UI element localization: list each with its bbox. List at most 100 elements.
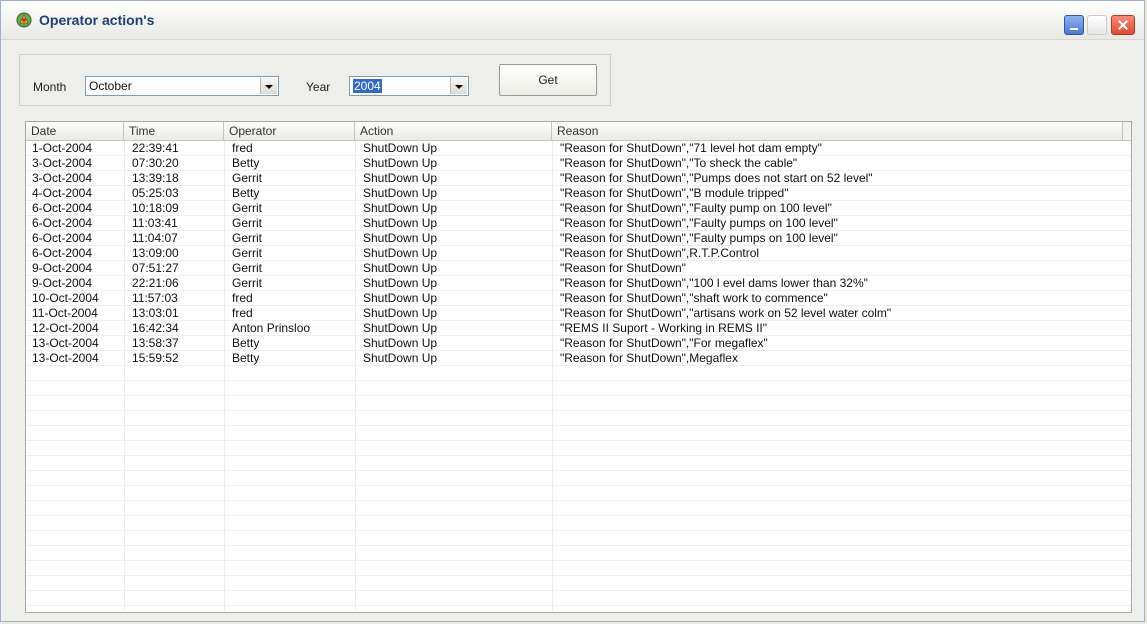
month-select[interactable]: October <box>85 76 279 96</box>
empty-row <box>26 366 1131 381</box>
cell-date: 9-Oct-2004 <box>32 276 93 290</box>
title-bar[interactable]: Operator action's <box>1 1 1144 40</box>
table-row[interactable]: 4-Oct-2004 05:25:03 Betty ShutDown Up "Reaso… <box>26 186 1131 201</box>
cell-action: ShutDown Up <box>363 276 438 290</box>
cell-action: ShutDown Up <box>363 336 438 350</box>
cell-reason: "Reason for ShutDown","100 l evel dams l… <box>560 276 868 290</box>
cell-date: 10-Oct-2004 <box>32 291 99 305</box>
cell-reason: "Reason for ShutDown","B module tripped" <box>560 186 789 200</box>
cell-reason: "REMS II Suport - Working in REMS II" <box>560 321 768 335</box>
cell-reason: "Reason for ShutDown",R.T.P.Control <box>560 246 760 260</box>
cell-time: 11:57:03 <box>132 291 178 305</box>
empty-row <box>26 576 1131 591</box>
table-row[interactable]: 12-Oct-2004 16:42:34 Anton Prinsloo ShutDow… <box>26 321 1131 336</box>
close-button[interactable] <box>1111 15 1135 35</box>
table-row[interactable]: 6-Oct-2004 10:18:09 Gerrit ShutDown Up "Reas… <box>26 201 1131 216</box>
table-row[interactable]: 11-Oct-2004 13:03:01 fred ShutDown Up "Reaso… <box>26 306 1131 321</box>
empty-row <box>26 561 1131 576</box>
cell-operator: fred <box>232 291 253 305</box>
year-select[interactable]: 2004 <box>349 76 469 96</box>
table-row[interactable]: 6-Oct-2004 13:09:00 Gerrit ShutDown Up "Reas… <box>26 246 1131 261</box>
cell-reason: "Reason for ShutDown","71 level hot dam … <box>560 141 822 155</box>
cell-reason: "Reason for ShutDown","Faulty pumps on 1… <box>560 231 838 245</box>
cell-time: 05:25:03 <box>132 186 179 200</box>
table-row[interactable]: 6-Oct-2004 11:03:41 Gerrit ShutDown Up "Reas… <box>26 216 1131 231</box>
cell-time: 16:42:34 <box>132 321 179 335</box>
column-header-operator[interactable]: Operator <box>224 122 355 140</box>
cell-date: 4-Oct-2004 <box>32 186 93 200</box>
cell-operator: Betty <box>232 156 260 170</box>
cell-time: 22:39:41 <box>132 141 179 155</box>
cell-action: ShutDown Up <box>363 321 438 335</box>
chevron-down-icon[interactable] <box>450 78 467 94</box>
cell-reason: "Reason for ShutDown","Faulty pump on 10… <box>560 201 832 215</box>
column-header-action[interactable]: Action <box>355 122 552 140</box>
cell-action: ShutDown Up <box>363 246 438 260</box>
table-row[interactable]: 3-Oct-2004 13:39:18 Gerrit ShutDown Up "Reas… <box>26 171 1131 186</box>
list-body: 1-Oct-2004 22:39:41 fred ShutDown Up "Reason… <box>26 141 1131 611</box>
empty-row <box>26 396 1131 411</box>
table-row[interactable]: 3-Oct-2004 07:30:20 Betty ShutDown Up "Reaso… <box>26 156 1131 171</box>
cell-date: 3-Oct-2004 <box>32 171 93 185</box>
maximize-button[interactable] <box>1087 15 1107 35</box>
empty-row <box>26 456 1131 471</box>
window-title: Operator action's <box>39 12 155 28</box>
list-header: Date Time Operator Action Reason <box>26 122 1131 141</box>
cell-time: 13:58:37 <box>132 336 179 350</box>
cell-date: 6-Oct-2004 <box>32 231 93 245</box>
cell-time: 07:51:27 <box>132 261 179 275</box>
empty-row <box>26 531 1131 546</box>
table-row[interactable]: 13-Oct-2004 13:58:37 Betty ShutDown Up "Reas… <box>26 336 1131 351</box>
cell-action: ShutDown Up <box>363 186 438 200</box>
cell-reason: "Reason for ShutDown","For megaflex" <box>560 336 768 350</box>
minimize-button[interactable] <box>1064 15 1084 35</box>
operator-actions-list[interactable]: Date Time Operator Action Reason 1-Oct-2… <box>25 121 1132 613</box>
cell-operator: Gerrit <box>232 171 262 185</box>
cell-date: 6-Oct-2004 <box>32 201 93 215</box>
cell-operator: Betty <box>232 186 260 200</box>
cell-date: 9-Oct-2004 <box>32 261 93 275</box>
empty-row <box>26 381 1131 396</box>
cell-operator: Gerrit <box>232 246 262 260</box>
cell-time: 10:18:09 <box>132 201 179 215</box>
cell-operator: Gerrit <box>232 261 262 275</box>
cell-time: 11:04:07 <box>132 231 178 245</box>
cell-date: 1-Oct-2004 <box>32 141 93 155</box>
month-value: October <box>89 79 132 93</box>
cell-date: 6-Oct-2004 <box>32 216 93 230</box>
table-row[interactable]: 1-Oct-2004 22:39:41 fred ShutDown Up "Reason… <box>26 141 1131 156</box>
cell-date: 12-Oct-2004 <box>32 321 99 335</box>
cell-operator: Betty <box>232 351 260 365</box>
table-row[interactable]: 6-Oct-2004 11:04:07 Gerrit ShutDown Up "Reas… <box>26 231 1131 246</box>
empty-row <box>26 426 1131 441</box>
column-header-date[interactable]: Date <box>26 122 124 140</box>
empty-row <box>26 546 1131 561</box>
table-row[interactable]: 9-Oct-2004 22:21:06 Gerrit ShutDown Up "Reas… <box>26 276 1131 291</box>
cell-date: 3-Oct-2004 <box>32 156 93 170</box>
empty-row <box>26 501 1131 516</box>
table-row[interactable]: 9-Oct-2004 07:51:27 Gerrit ShutDown Up "Reas… <box>26 261 1131 276</box>
cell-reason: "Reason for ShutDown","To sheck the cabl… <box>560 156 798 170</box>
cell-reason: "Reason for ShutDown" <box>560 261 686 275</box>
cell-action: ShutDown Up <box>363 141 438 155</box>
column-header-reason[interactable]: Reason <box>552 122 1123 140</box>
cell-date: 13-Oct-2004 <box>32 336 99 350</box>
cell-reason: "Reason for ShutDown","Pumps does not st… <box>560 171 873 185</box>
get-button[interactable]: Get <box>499 64 597 96</box>
empty-row <box>26 471 1131 486</box>
empty-row <box>26 591 1131 606</box>
chevron-down-icon[interactable] <box>260 78 277 94</box>
cell-reason: "Reason for ShutDown","shaft work to com… <box>560 291 828 305</box>
table-row[interactable]: 13-Oct-2004 15:59:52 Betty ShutDown Up "Reas… <box>26 351 1131 366</box>
cell-time: 22:21:06 <box>132 276 179 290</box>
cell-action: ShutDown Up <box>363 291 438 305</box>
cell-action: ShutDown Up <box>363 261 438 275</box>
cell-action: ShutDown Up <box>363 351 438 365</box>
column-header-time[interactable]: Time <box>124 122 224 140</box>
empty-row <box>26 516 1131 531</box>
cell-action: ShutDown Up <box>363 231 438 245</box>
cell-time: 13:03:01 <box>132 306 179 320</box>
cell-time: 13:39:18 <box>132 171 179 185</box>
cell-operator: Gerrit <box>232 216 262 230</box>
table-row[interactable]: 10-Oct-2004 11:57:03 fred ShutDown Up "Reaso… <box>26 291 1131 306</box>
